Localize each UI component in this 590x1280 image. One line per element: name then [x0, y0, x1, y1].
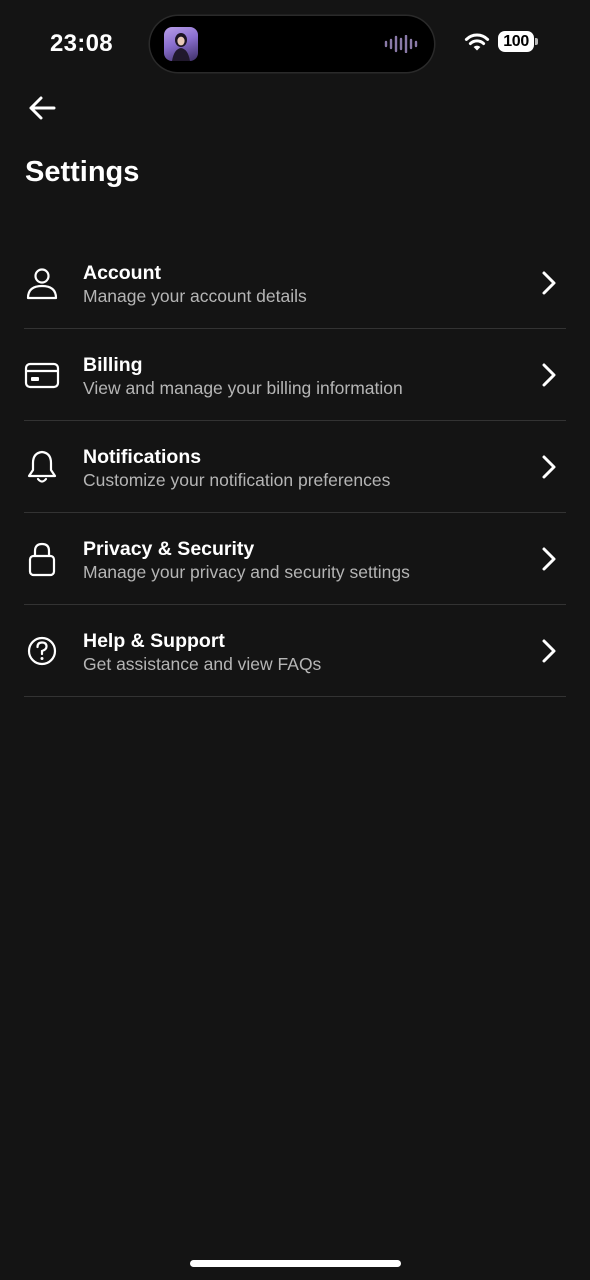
- audio-waveform-icon: [384, 35, 418, 53]
- lock-icon: [28, 542, 56, 577]
- settings-item-subtitle: Get assistance and view FAQs: [83, 654, 322, 674]
- chevron-right-icon: [542, 271, 556, 295]
- home-indicator[interactable]: [190, 1260, 401, 1267]
- user-icon: [26, 268, 58, 300]
- page-title: Settings: [25, 156, 140, 188]
- wifi-icon: [465, 33, 490, 50]
- settings-item-title: Privacy & Security: [83, 538, 255, 560]
- settings-item-title: Help & Support: [83, 630, 225, 652]
- battery-tip: [535, 38, 538, 45]
- bell-icon: [27, 450, 57, 483]
- now-playing-artwork: [164, 27, 198, 61]
- chevron-right-icon: [542, 639, 556, 663]
- credit-card-icon: [24, 362, 60, 389]
- settings-item-notifications[interactable]: Notifications Customize your notificatio…: [24, 421, 566, 513]
- settings-item-title: Notifications: [83, 446, 202, 468]
- back-button[interactable]: [26, 94, 58, 122]
- status-time: 23:08: [50, 30, 113, 57]
- settings-item-subtitle: Customize your notification preferences: [83, 470, 391, 490]
- settings-item-privacy-security[interactable]: Privacy & Security Manage your privacy a…: [24, 513, 566, 605]
- settings-list: Account Manage your account details Bill…: [24, 237, 566, 697]
- status-indicators: 100: [464, 31, 538, 52]
- settings-item-title: Billing: [83, 354, 143, 376]
- battery-indicator: 100: [498, 31, 538, 52]
- settings-item-subtitle: Manage your account details: [83, 286, 307, 306]
- chevron-right-icon: [542, 547, 556, 571]
- settings-item-subtitle: View and manage your billing information: [83, 378, 403, 398]
- help-circle-icon: [27, 636, 57, 666]
- settings-item-billing[interactable]: Billing View and manage your billing inf…: [24, 329, 566, 421]
- dynamic-island[interactable]: [150, 16, 434, 72]
- settings-item-account[interactable]: Account Manage your account details: [24, 237, 566, 329]
- settings-item-help-support[interactable]: Help & Support Get assistance and view F…: [24, 605, 566, 697]
- arrow-left-icon: [29, 96, 56, 120]
- chevron-right-icon: [542, 455, 556, 479]
- battery-level: 100: [498, 31, 534, 52]
- settings-item-title: Account: [83, 262, 161, 284]
- settings-item-subtitle: Manage your privacy and security setting…: [83, 562, 410, 582]
- chevron-right-icon: [542, 363, 556, 387]
